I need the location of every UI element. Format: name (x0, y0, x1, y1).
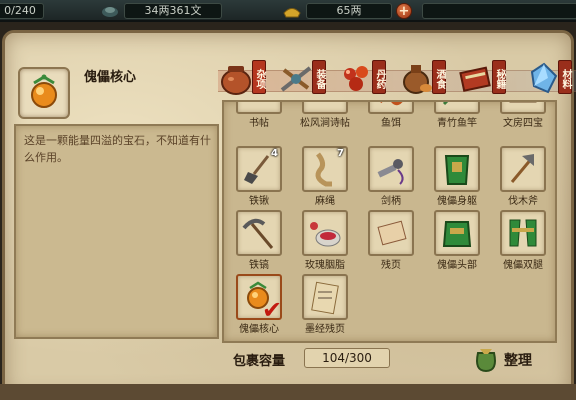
inventory-slot-puppet-core[interactable]: ✔ (236, 274, 283, 324)
inventory-slot-bait[interactable] (368, 102, 414, 114)
capacity-value: 104/300 (304, 348, 390, 368)
inventory-slot-fishing-rod[interactable] (434, 102, 480, 114)
sort-button[interactable]: 整理 (470, 343, 540, 373)
money-bag-icon (476, 349, 496, 373)
rouge-icon (310, 222, 341, 247)
inventory-slot-puppet-legs[interactable] (500, 210, 546, 256)
tab-misc[interactable]: 杂项 (218, 58, 270, 98)
scroll-icon (240, 100, 278, 110)
tab-misc-label: 杂项 (252, 60, 266, 94)
inventory-slot-pickaxe[interactable] (236, 210, 282, 256)
pot-icon (221, 66, 251, 95)
selected-check-icon: ✔ (262, 296, 283, 324)
tab-ribbon (218, 70, 576, 92)
sword-hilt-icon (377, 159, 404, 185)
crystal-icon (530, 62, 558, 94)
tab-equipment[interactable]: 装备 (278, 58, 330, 98)
pickaxe-icon (242, 218, 274, 249)
pills-icon (344, 66, 368, 91)
brush-set-icon (509, 102, 537, 103)
tab-manuals[interactable]: 秘籍 (458, 58, 510, 98)
poem-scroll-icon (306, 100, 344, 110)
inventory-slot-scroll[interactable] (236, 100, 282, 114)
book-icon (459, 66, 491, 92)
tab-manuals-label: 秘籍 (492, 60, 506, 94)
stamina-value: 0/240 (0, 3, 44, 19)
puppet-head-icon (442, 221, 472, 247)
item-description: 这是一颗能量四溢的宝石，不知道有什么作用。 (24, 134, 211, 164)
inventory-slot-label: 青竹鱼竿 (437, 118, 477, 129)
inventory-slot-label: 铁锹 (249, 196, 269, 207)
tab-pills-label: 丹药 (372, 60, 386, 94)
tab-food-label: 酒食 (432, 60, 446, 94)
add-silver-button[interactable]: + (396, 3, 412, 19)
inventory-slot-label: 铁镐 (249, 260, 269, 271)
inventory-slot-label: 墨经残页 (305, 324, 345, 335)
inventory-slot-brush-set[interactable] (500, 102, 546, 114)
inventory-slot-poem-scroll[interactable] (302, 100, 348, 114)
orange-gem-icon (31, 74, 57, 108)
tab-pills[interactable]: 丹药 (338, 58, 390, 98)
tab-materials[interactable]: 材料 (526, 58, 576, 98)
inventory-slot-rope[interactable]: 7 (302, 146, 348, 192)
inventory-slot-label: 残页 (381, 260, 401, 271)
item-count: 4 (271, 148, 278, 159)
selected-item-name: 傀儡核心 (84, 70, 137, 85)
sort-button-label: 整理 (504, 353, 532, 369)
gold-ingot-icon (282, 2, 302, 20)
inventory-slot-label: 鱼饵 (381, 118, 401, 129)
inventory-slot-sword-hilt[interactable] (368, 146, 414, 192)
copper-amount: 34两361文 (124, 3, 222, 19)
sword-bundle-icon (280, 66, 312, 92)
silver-amount: 65两 (306, 3, 392, 19)
tab-equipment-label: 装备 (312, 60, 326, 94)
inventory-slot-label: 麻绳 (315, 196, 335, 207)
puppet-torso-icon (444, 155, 470, 185)
capacity-label: 包裹容量 (233, 354, 286, 369)
axe-icon (510, 154, 534, 183)
inventory-slot-label: 伐木斧 (508, 196, 538, 207)
inventory-slot-label: 书帖 (249, 118, 269, 129)
crab-currency-icon (100, 2, 120, 20)
topbar-empty-field (422, 3, 576, 19)
item-count: 7 (337, 148, 344, 159)
inventory-slot-axe[interactable] (500, 146, 546, 192)
inventory-slot-label: 文房四宝 (503, 118, 543, 129)
inventory-slot-rouge[interactable] (302, 210, 348, 256)
tab-materials-label: 材料 (558, 60, 572, 94)
fishing-rod-icon (442, 102, 449, 106)
worm-icon (380, 102, 403, 106)
inventory-slot-label: 傀儡身躯 (437, 196, 477, 207)
top-status-bar: 0/240 34两361文 65两 + (0, 0, 576, 22)
inventory-slot-ink-page[interactable] (302, 274, 348, 320)
puppet-legs-icon (509, 219, 537, 247)
inventory-slot-puppet-torso[interactable] (434, 146, 480, 192)
inventory-grid[interactable]: 书帖 松风涧诗帖 鱼饵 青竹鱼竿 文房四宝 4 铁锹 7 麻绳 剑柄 傀儡身躯 … (222, 100, 557, 343)
inventory-slot-label: 傀儡双腿 (503, 260, 543, 271)
item-description-box: 这是一颗能量四溢的宝石，不知道有什么作用。 (14, 124, 219, 339)
torn-page-icon (377, 220, 407, 246)
inventory-slot-torn-page[interactable] (368, 210, 414, 256)
inventory-slot-label: 玫瑰胭脂 (305, 260, 345, 271)
tab-food[interactable]: 酒食 (398, 58, 450, 98)
selected-item-frame (18, 67, 70, 119)
inventory-slot-label: 松风涧诗帖 (300, 118, 350, 129)
inventory-slot-shovel[interactable]: 4 (236, 146, 282, 192)
wine-jar-icon (403, 65, 432, 94)
inventory-slot-label: 剑柄 (381, 196, 401, 207)
inventory-slot-label: 傀儡核心 (239, 324, 279, 335)
bottom-bar (0, 384, 576, 400)
inventory-slot-label: 傀儡头部 (437, 260, 477, 271)
inventory-slot-puppet-head[interactable] (434, 210, 480, 256)
ink-page-icon (311, 281, 339, 315)
